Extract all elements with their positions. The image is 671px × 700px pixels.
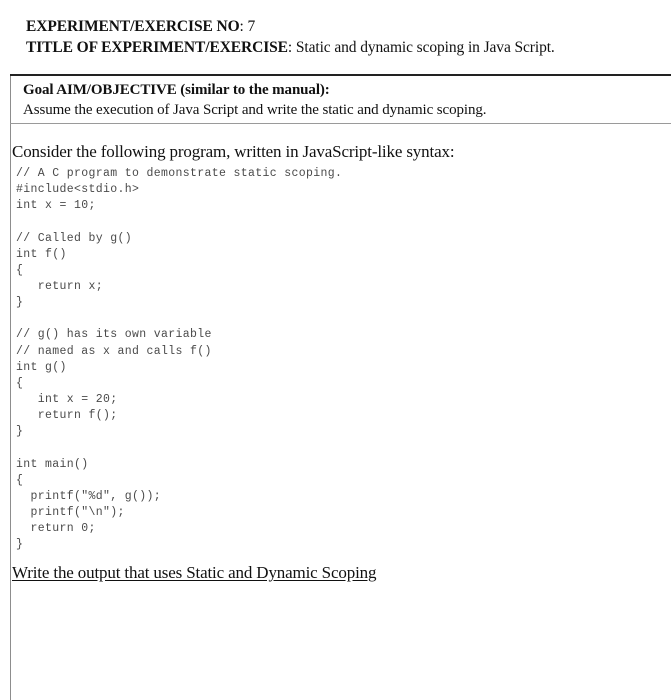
code-line: int g() xyxy=(16,360,67,374)
code-line: #include<stdio.h> xyxy=(16,183,140,197)
code-line: return f(); xyxy=(16,409,118,423)
code-line: { xyxy=(16,263,24,277)
experiment-title-value: : Static and dynamic scoping in Java Scr… xyxy=(287,39,555,56)
goal-objective-box: Goal AIM/OBJECTIVE (similar to the manua… xyxy=(10,74,671,124)
goal-objective-description: Assume the execution of Java Script and … xyxy=(23,102,487,118)
code-line: // A C program to demonstrate static sco… xyxy=(16,167,343,180)
experiment-number-line: EXPERIMENT/EXERCISE NO: 7 xyxy=(26,16,671,37)
code-line: printf("\n"); xyxy=(16,505,125,519)
code-line: } xyxy=(16,296,24,310)
code-block: // A C program to demonstrate static sco… xyxy=(10,166,671,553)
code-line: // g() has its own variable xyxy=(16,328,212,342)
code-line: int x = 10; xyxy=(16,199,96,213)
experiment-number-label: EXPERIMENT/EXERCISE NO xyxy=(26,18,240,35)
experiment-number-value: : 7 xyxy=(239,18,256,35)
experiment-title-label: TITLE OF EXPERIMENT/EXERCISE xyxy=(26,39,288,56)
code-line: } xyxy=(16,425,24,439)
experiment-title-line: TITLE OF EXPERIMENT/EXERCISE: Static and… xyxy=(26,37,671,58)
closing-heading-text: Write the output that uses Static and Dy… xyxy=(12,563,377,583)
code-line: int f() xyxy=(16,247,67,261)
code-line: // named as x and calls f() xyxy=(16,344,212,358)
closing-heading: Write the output that uses Static and Dy… xyxy=(10,553,671,585)
code-line: } xyxy=(16,538,24,552)
lead-heading: Consider the following program, written … xyxy=(12,142,455,161)
document-body: Consider the following program, written … xyxy=(10,131,671,585)
document-page: EXPERIMENT/EXERCISE NO: 7 TITLE OF EXPER… xyxy=(0,0,671,700)
code-line: int main() xyxy=(16,457,89,471)
code-line: { xyxy=(16,473,24,487)
code-line: return 0; xyxy=(16,522,96,536)
document-header: EXPERIMENT/EXERCISE NO: 7 TITLE OF EXPER… xyxy=(0,0,671,58)
code-line: printf("%d", g()); xyxy=(16,489,162,503)
code-line: { xyxy=(16,376,24,390)
code-line: return x; xyxy=(16,279,104,293)
code-line: int x = 20; xyxy=(16,392,118,406)
goal-objective-title: Goal AIM/OBJECTIVE (similar to the manua… xyxy=(23,82,330,98)
code-line: // Called by g() xyxy=(16,231,133,245)
